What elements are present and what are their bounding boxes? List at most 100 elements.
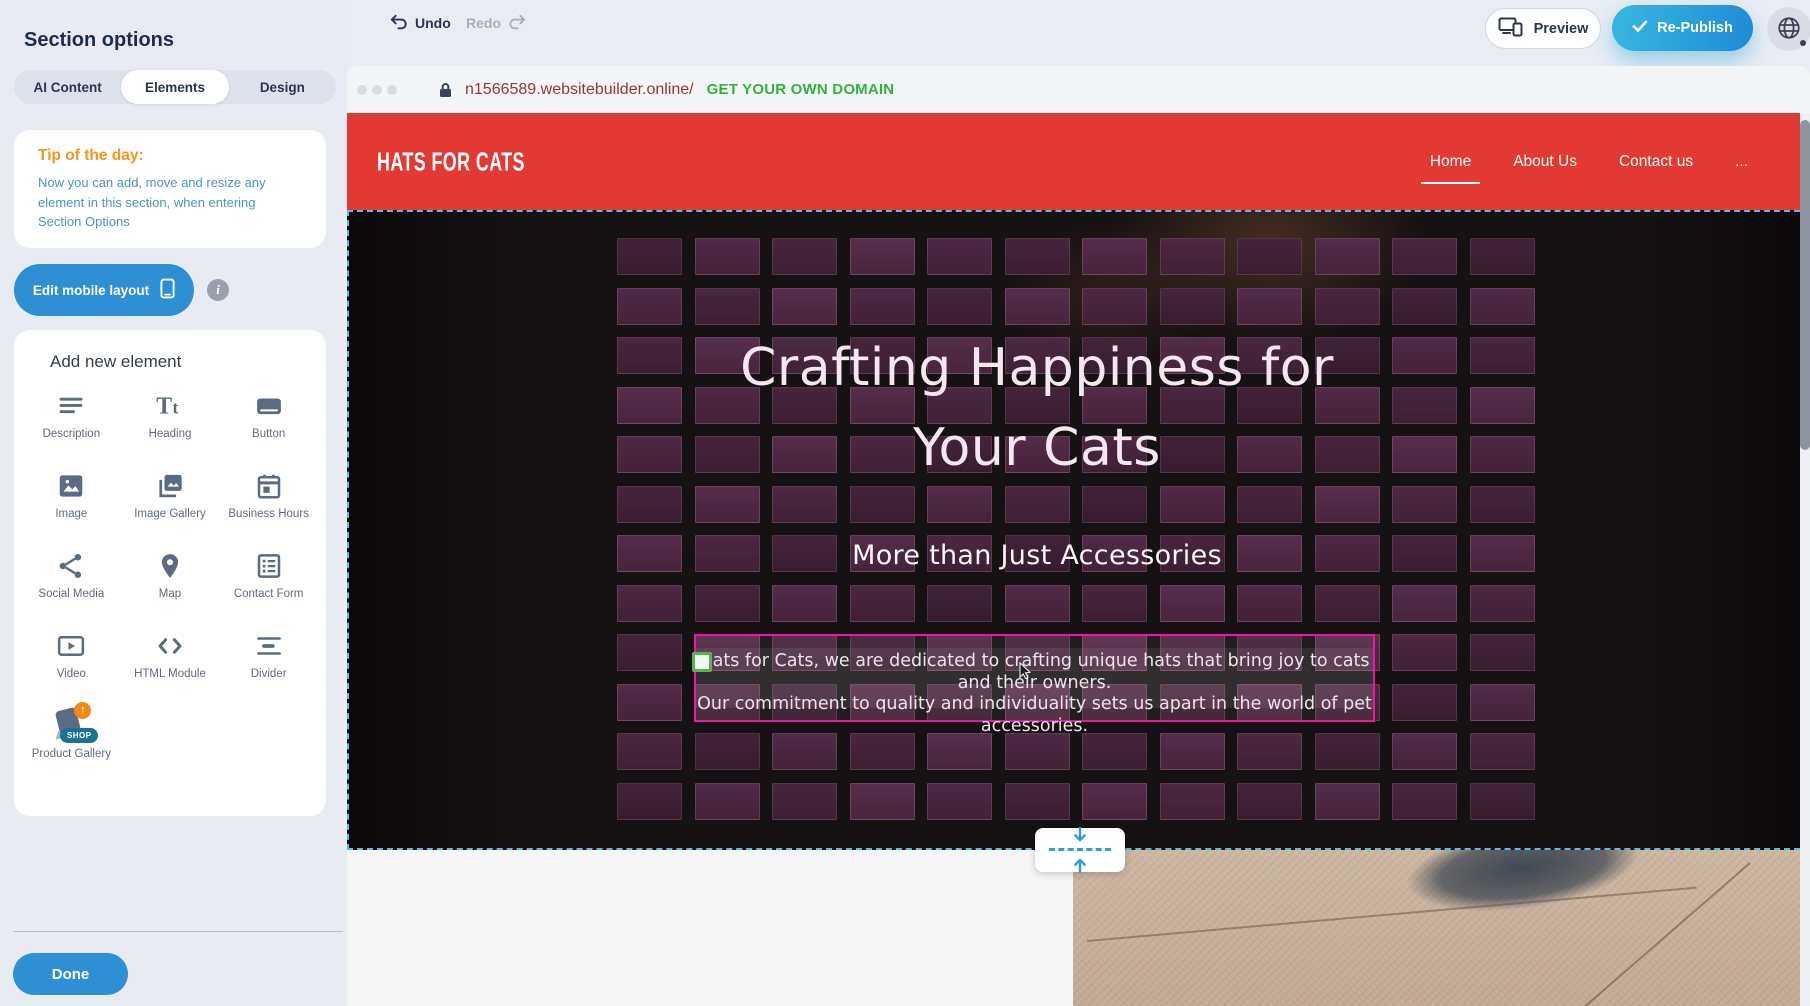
info-icon[interactable]: i — [207, 279, 229, 301]
hero-section[interactable]: Crafting Happiness forYour Cats More tha… — [347, 210, 1810, 850]
hero-tile — [1315, 733, 1380, 770]
browser-chrome-bar: n1566589.websitebuilder.online/ GET YOUR… — [347, 66, 1810, 113]
tip-of-the-day-card: Tip of the day: Now you can add, move an… — [14, 130, 326, 248]
website-preview-frame: n1566589.websitebuilder.online/ GET YOUR… — [347, 66, 1810, 1006]
hero-tile — [1315, 486, 1380, 523]
hero-tile — [1005, 783, 1070, 820]
undo-label: Undo — [415, 15, 451, 31]
element-item-label: Image Gallery — [134, 507, 206, 521]
edit-mobile-layout-label: Edit mobile layout — [33, 283, 149, 298]
hero-tile — [617, 733, 682, 770]
element-item-map[interactable]: Map — [121, 548, 220, 614]
nav-item-home[interactable]: Home — [1430, 153, 1471, 171]
hero-tile — [617, 783, 682, 820]
hero-tile — [1237, 486, 1302, 523]
selected-paragraph-box[interactable]: Hats for Cats, we are dedicated to craft… — [694, 634, 1375, 722]
nav-item-more[interactable]: ... — [1735, 153, 1748, 171]
nav-item-contact-us[interactable]: Contact us — [1619, 153, 1693, 171]
republish-button[interactable]: Re-Publish — [1612, 5, 1753, 51]
site-logo[interactable]: HATS FOR CATS — [377, 146, 525, 176]
section-resize-handle[interactable] — [1035, 828, 1125, 872]
hero-tile — [1470, 783, 1535, 820]
arrow-up-icon — [1073, 856, 1088, 873]
hero-tile — [1160, 733, 1225, 770]
hero-tile — [1470, 238, 1535, 275]
hero-tile — [1315, 288, 1380, 325]
hero-tile — [850, 585, 915, 622]
element-item-label: Social Media — [38, 587, 104, 601]
get-your-own-domain-link[interactable]: GET YOUR OWN DOMAIN — [707, 81, 895, 98]
hero-tile — [695, 783, 760, 820]
hero-tile — [1160, 238, 1225, 275]
element-item-image[interactable]: Image — [22, 468, 121, 534]
preview-button[interactable]: Preview — [1485, 8, 1601, 49]
next-section-background — [347, 850, 1073, 1006]
hero-tile — [1470, 684, 1535, 721]
hero-tile — [1470, 634, 1535, 671]
element-item-description[interactable]: Description — [22, 388, 121, 454]
element-item-label: Contact Form — [234, 587, 304, 601]
hero-tile — [1005, 288, 1070, 325]
hero-tile — [1470, 733, 1535, 770]
tab-ai-content[interactable]: AI Content — [14, 70, 121, 104]
language-globe-button[interactable] — [1767, 7, 1810, 51]
hero-heading[interactable]: Crafting Happiness forYour Cats — [347, 328, 1727, 488]
add-new-element-title: Add new element — [50, 352, 326, 372]
tab-design[interactable]: Design — [229, 70, 336, 104]
hero-tile — [695, 288, 760, 325]
browser-dot — [387, 85, 397, 95]
hero-tile — [1392, 238, 1457, 275]
scrollbar-thumb[interactable] — [1800, 120, 1810, 450]
element-item-divider[interactable]: Divider — [219, 628, 318, 694]
hero-tile — [1470, 585, 1535, 622]
hero-tile — [617, 288, 682, 325]
hero-tile — [772, 486, 837, 523]
lock-icon — [439, 82, 452, 98]
hero-tile — [772, 238, 837, 275]
hero-tile — [1315, 238, 1380, 275]
undo-icon — [389, 13, 408, 33]
edit-mobile-layout-button[interactable]: Edit mobile layout — [14, 264, 194, 316]
element-item-label: HTML Module — [134, 667, 206, 681]
selection-drag-handle[interactable] — [692, 652, 712, 672]
element-item-html-module[interactable]: HTML Module — [121, 628, 220, 694]
hero-tile — [1160, 486, 1225, 523]
element-item-image-gallery[interactable]: Image Gallery — [121, 468, 220, 534]
hero-paragraph[interactable]: Hats for Cats, we are dedicated to craft… — [696, 651, 1373, 737]
hero-tile — [927, 238, 992, 275]
hero-tile — [1160, 585, 1225, 622]
element-item-label: Product Gallery — [32, 747, 111, 761]
element-item-heading[interactable]: TtHeading — [121, 388, 220, 454]
hero-tile — [772, 585, 837, 622]
hero-tile — [850, 783, 915, 820]
hero-tile — [772, 288, 837, 325]
hero-tile — [1237, 238, 1302, 275]
contact-form-icon — [254, 548, 284, 584]
hero-tile — [772, 733, 837, 770]
redo-button[interactable]: Redo — [460, 12, 533, 34]
hero-tile — [1237, 783, 1302, 820]
hero-subheading[interactable]: More than Just Accessories — [347, 540, 1727, 571]
element-item-contact-form[interactable]: Contact Form — [219, 548, 318, 614]
undo-button[interactable]: Undo — [383, 12, 457, 34]
hero-tile — [617, 238, 682, 275]
browser-dot — [357, 85, 367, 95]
site-url[interactable]: n1566589.websitebuilder.online/ — [465, 81, 694, 99]
svg-text:T: T — [156, 394, 172, 420]
hero-tile — [1470, 486, 1535, 523]
element-item-social-media[interactable]: Social Media — [22, 548, 121, 614]
hero-tile — [1315, 783, 1380, 820]
done-button[interactable]: Done — [13, 953, 128, 995]
nav-item-about-us[interactable]: About Us — [1513, 153, 1577, 171]
hero-heading-line: Crafting Happiness for — [347, 328, 1727, 408]
element-item-button[interactable]: Button — [219, 388, 318, 454]
next-section-pavement-image — [1073, 850, 1810, 1006]
hero-tile — [927, 585, 992, 622]
hero-tile — [1005, 585, 1070, 622]
tab-elements[interactable]: Elements — [121, 70, 228, 104]
arrow-down-icon — [1073, 827, 1088, 844]
hero-tile — [1392, 634, 1457, 671]
element-item-business-hours[interactable]: Business Hours — [219, 468, 318, 534]
element-item-video[interactable]: Video — [22, 628, 121, 694]
element-item-product-gallery[interactable]: ↑SHOPProduct Gallery — [22, 708, 121, 774]
